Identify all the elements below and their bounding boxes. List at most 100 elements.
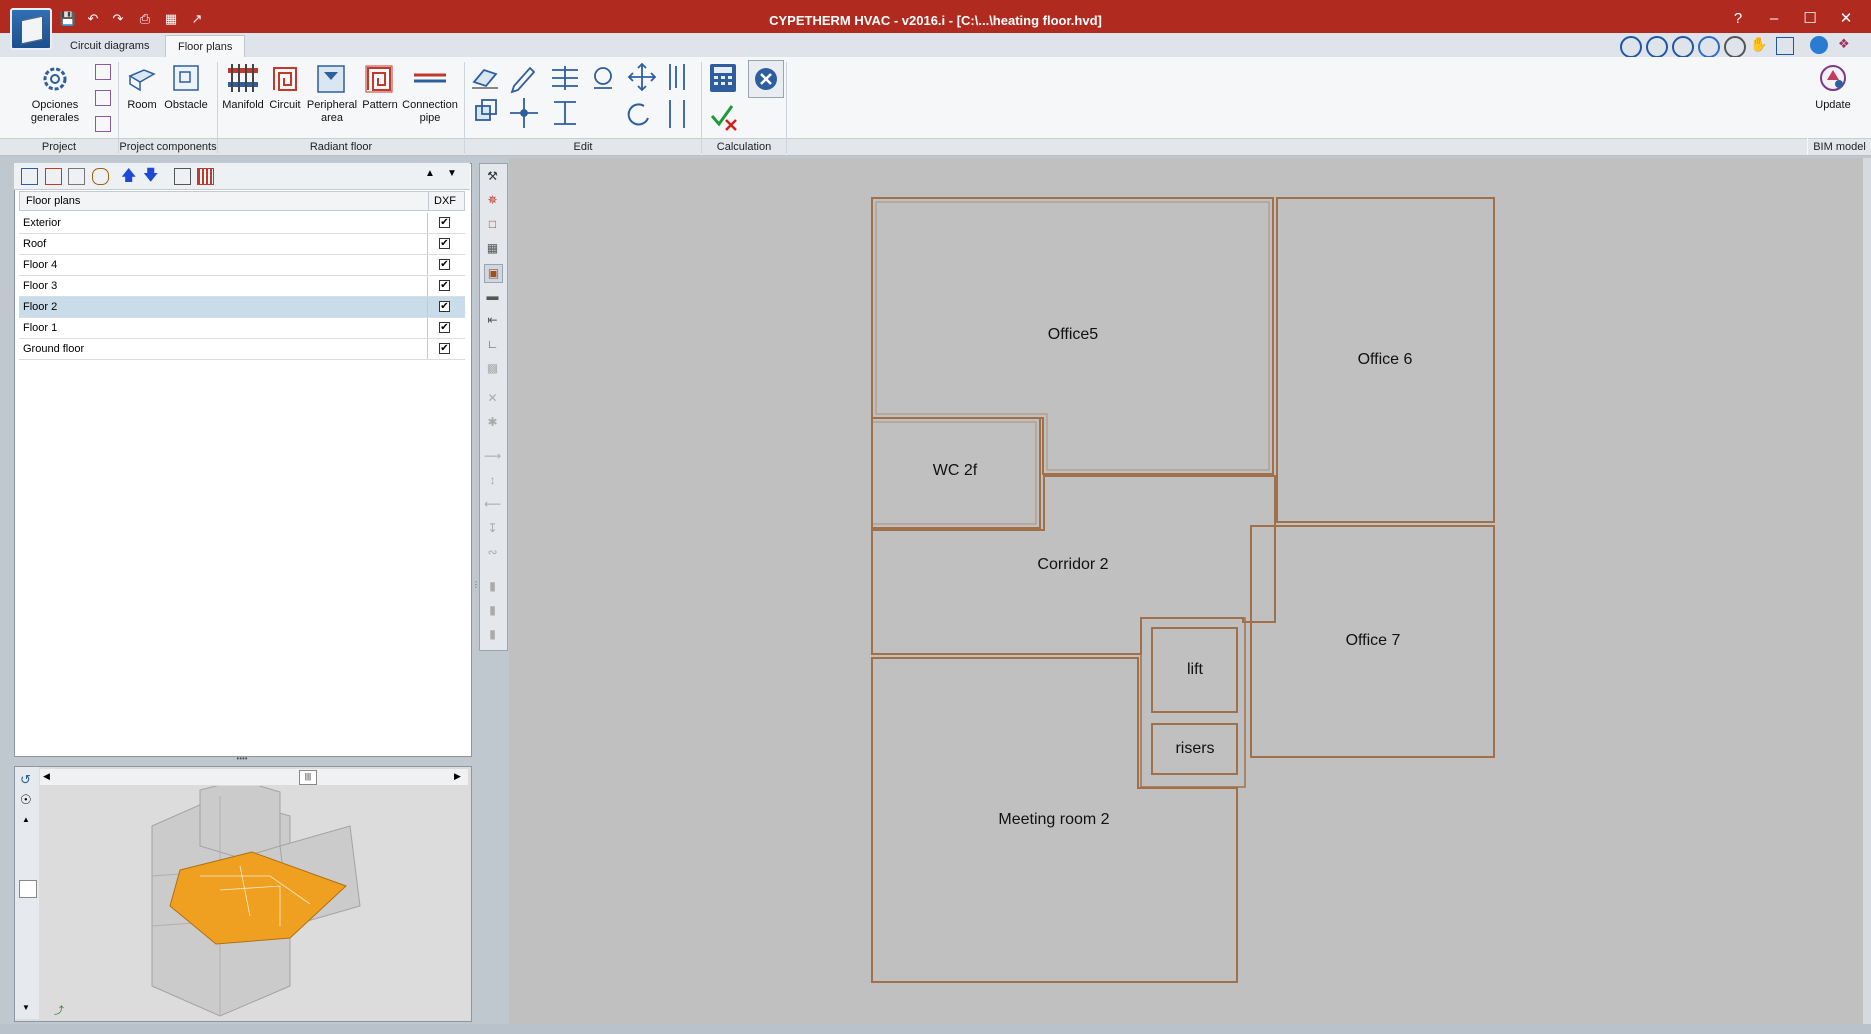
- copy-icon[interactable]: [475, 99, 497, 121]
- help-button[interactable]: ?: [1724, 8, 1752, 30]
- room-button[interactable]: [126, 64, 156, 94]
- app-logo-icon[interactable]: [10, 8, 52, 50]
- dxf-checkbox[interactable]: ✔: [439, 301, 450, 312]
- connection-pipe-button[interactable]: [412, 70, 448, 86]
- floor-row-floor-3[interactable]: Floor 3 ✔: [19, 276, 465, 297]
- scroll-left-arrow-icon[interactable]: ◀: [43, 771, 50, 782]
- room-label-lift: lift: [1187, 661, 1203, 678]
- move-down-icon[interactable]: 🡇: [143, 168, 158, 183]
- dxf-checkbox[interactable]: ✔: [439, 280, 450, 291]
- room-icon: [128, 69, 156, 92]
- dxf-checkbox[interactable]: ✔: [439, 343, 450, 354]
- extend-down-icon[interactable]: ↧: [484, 520, 501, 537]
- dxf-checkbox[interactable]: ✔: [439, 259, 450, 270]
- floor-row-exterior[interactable]: Exterior ✔: [19, 213, 465, 234]
- peripheral-area-button[interactable]: [316, 64, 346, 94]
- horizontal-scroll-thumb[interactable]: |||: [299, 770, 317, 785]
- chain-icon[interactable]: ∾: [484, 544, 501, 561]
- scroll-down-arrow-icon[interactable]: ▼: [447, 168, 459, 180]
- column-icon-3[interactable]: ▮: [484, 626, 501, 643]
- move-up-icon[interactable]: 🡅: [121, 168, 136, 183]
- object-snap-icon[interactable]: ▣: [484, 264, 503, 283]
- project-data-icon[interactable]: [95, 64, 111, 80]
- add-floor-icon[interactable]: [21, 168, 38, 185]
- maximize-button[interactable]: ☐: [1796, 8, 1824, 30]
- floor-row-floor-4[interactable]: Floor 4 ✔: [19, 255, 465, 276]
- check-results-button[interactable]: [710, 102, 740, 132]
- stretch-icon[interactable]: [510, 98, 538, 128]
- zoom-icon[interactable]: [1724, 36, 1746, 58]
- vertical-slider-thumb[interactable]: [19, 880, 37, 898]
- group-label-bim-model: BIM model: [1808, 138, 1871, 155]
- tab-floor-plans[interactable]: Floor plans: [165, 35, 246, 58]
- align-icon[interactable]: [552, 66, 578, 90]
- floor-row-roof[interactable]: Roof ✔: [19, 234, 465, 255]
- column-icon-2[interactable]: ▮: [484, 602, 501, 619]
- extend-left-icon[interactable]: ⟵: [484, 496, 501, 513]
- update-button[interactable]: [1817, 62, 1849, 94]
- rectangle-icon[interactable]: □: [484, 216, 501, 233]
- dimension-icon[interactable]: ⇤: [484, 312, 501, 329]
- move-icon[interactable]: [627, 62, 657, 92]
- extend-right-icon[interactable]: ⟶: [484, 448, 501, 465]
- grid-icon[interactable]: ▦: [484, 240, 501, 257]
- distribute-icon[interactable]: [554, 101, 576, 125]
- mirror-copy-icon[interactable]: [669, 100, 685, 128]
- floor-row-floor-1[interactable]: Floor 1 ✔: [19, 318, 465, 339]
- cancel-calculation-button[interactable]: [748, 60, 784, 98]
- options-icon[interactable]: ❖: [1838, 36, 1856, 54]
- project-list-icon[interactable]: [95, 116, 111, 132]
- zoom-all-icon[interactable]: [1646, 36, 1668, 58]
- zoom-previous-icon[interactable]: [1620, 36, 1642, 58]
- web-icon[interactable]: [1810, 36, 1828, 54]
- delete-floor-icon[interactable]: [45, 168, 62, 185]
- dxf-checkbox[interactable]: ✔: [439, 217, 450, 228]
- manifold-button[interactable]: [226, 62, 260, 94]
- pan-hand-icon[interactable]: ✋: [1750, 36, 1768, 54]
- layers-icon[interactable]: ▩: [484, 360, 501, 377]
- rotate-copy-icon[interactable]: [627, 103, 649, 126]
- right-scroll-edge[interactable]: [1863, 158, 1871, 1024]
- minimize-button[interactable]: –: [1760, 8, 1788, 30]
- ruler-icon[interactable]: ▬: [484, 288, 501, 305]
- join-icon[interactable]: ✱: [484, 414, 501, 431]
- trim-icon[interactable]: ✕: [484, 390, 501, 407]
- tab-circuit-diagrams[interactable]: Circuit diagrams: [58, 35, 161, 57]
- calculate-button[interactable]: [710, 64, 736, 92]
- edit-pencil-icon[interactable]: [510, 66, 536, 94]
- panel-splitter[interactable]: ••••: [14, 755, 470, 764]
- erase-icon[interactable]: [472, 68, 498, 89]
- floor-row-ground-floor[interactable]: Ground floor ✔: [19, 339, 465, 360]
- column-icon-1[interactable]: ▮: [484, 578, 501, 595]
- edit-floor-icon[interactable]: [92, 168, 109, 185]
- panel-resize-grip[interactable]: ⋮: [472, 580, 480, 600]
- obstacle-button[interactable]: [172, 64, 200, 92]
- angle-icon[interactable]: ∟: [484, 336, 501, 353]
- eye-icon[interactable]: ☉: [20, 792, 36, 808]
- zoom-window-icon[interactable]: [1672, 36, 1694, 58]
- copy-floor-icon[interactable]: [68, 168, 85, 185]
- circuit-button[interactable]: [270, 64, 300, 94]
- slider-down-arrow-icon[interactable]: ▼: [22, 1003, 32, 1013]
- redraw-icon[interactable]: [1698, 36, 1720, 58]
- floor-row-floor-2[interactable]: Floor 2 ✔: [19, 297, 465, 318]
- mirror-icon[interactable]: [669, 64, 685, 90]
- view-window-icon[interactable]: [1776, 37, 1794, 55]
- rotate-icon[interactable]: [594, 67, 612, 89]
- horizontal-scrollbar[interactable]: [40, 769, 468, 785]
- dxf-import-icon[interactable]: [174, 168, 191, 185]
- scroll-right-arrow-icon[interactable]: ▶: [454, 771, 461, 782]
- reset-view-icon[interactable]: ↺: [20, 772, 36, 788]
- dxf-checkbox[interactable]: ✔: [439, 238, 450, 249]
- slider-up-arrow-icon[interactable]: ▲: [22, 815, 32, 825]
- project-report-icon[interactable]: [95, 90, 111, 106]
- extend-up-icon[interactable]: ↕: [484, 472, 501, 489]
- dxf-checkbox[interactable]: ✔: [439, 322, 450, 333]
- tools-icon[interactable]: ⚒: [484, 168, 501, 185]
- close-button[interactable]: ✕: [1832, 8, 1860, 30]
- pattern-button[interactable]: [364, 64, 394, 94]
- general-options-button[interactable]: [36, 62, 74, 98]
- dxf-manage-icon[interactable]: [197, 168, 214, 185]
- magnet-snap-icon[interactable]: ✵: [484, 192, 501, 209]
- scroll-up-arrow-icon[interactable]: ▲: [425, 168, 437, 180]
